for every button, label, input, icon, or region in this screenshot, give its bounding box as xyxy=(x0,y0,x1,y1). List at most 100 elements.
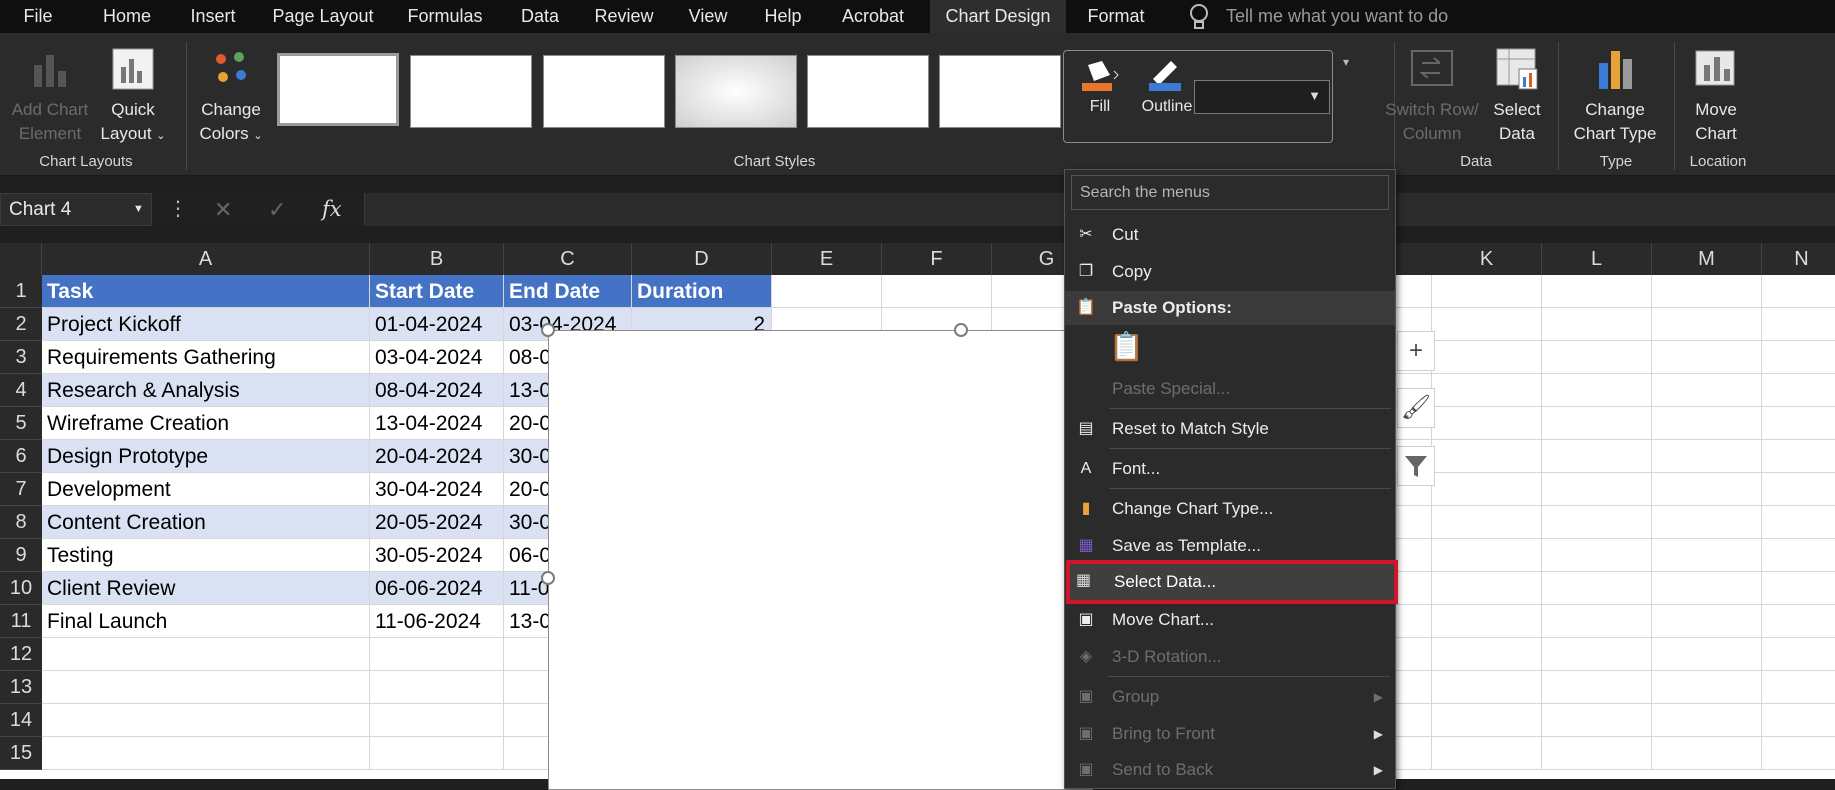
cell[interactable] xyxy=(1542,704,1652,737)
change-colors-button[interactable]: Change Colors ⌄ xyxy=(192,47,270,148)
cell[interactable] xyxy=(1432,737,1542,770)
cell[interactable] xyxy=(1432,671,1542,704)
table-cell[interactable]: Development xyxy=(42,473,370,506)
cell[interactable] xyxy=(1762,440,1835,473)
table-cell[interactable]: Testing xyxy=(42,539,370,572)
switch-row-column-button[interactable]: Switch Row/ Column xyxy=(1380,47,1484,146)
cell[interactable] xyxy=(1542,374,1652,407)
shape-style-dropdown[interactable]: ▼ xyxy=(1194,80,1330,114)
cell[interactable] xyxy=(1762,737,1835,770)
cell[interactable] xyxy=(1432,407,1542,440)
cell[interactable] xyxy=(1652,704,1762,737)
cell[interactable] xyxy=(1432,638,1542,671)
cell[interactable] xyxy=(1762,638,1835,671)
cell[interactable] xyxy=(1652,407,1762,440)
cell[interactable] xyxy=(1652,539,1762,572)
cell[interactable] xyxy=(1652,572,1762,605)
cell[interactable] xyxy=(1762,275,1835,308)
resize-handle[interactable] xyxy=(954,323,968,337)
cell[interactable] xyxy=(1652,374,1762,407)
menu-item-move-chart[interactable]: ▣ Move Chart... xyxy=(1065,603,1395,637)
cell[interactable] xyxy=(1652,671,1762,704)
table-header-cell[interactable]: End Date xyxy=(504,275,632,308)
enter-check-icon[interactable]: ✓ xyxy=(268,193,286,226)
column-header[interactable]: N xyxy=(1762,243,1835,275)
table-cell[interactable]: Client Review xyxy=(42,572,370,605)
cell[interactable] xyxy=(1762,605,1835,638)
table-cell[interactable]: Requirements Gathering xyxy=(42,341,370,374)
cell[interactable] xyxy=(370,638,504,671)
row-header[interactable]: 7 xyxy=(0,473,42,506)
table-header-cell[interactable]: Duration xyxy=(632,275,772,308)
cell[interactable] xyxy=(1762,704,1835,737)
cell[interactable] xyxy=(1542,407,1652,440)
chart-elements-button[interactable]: + xyxy=(1397,331,1435,371)
cell[interactable] xyxy=(1542,737,1652,770)
name-box[interactable]: Chart 4 ▼ xyxy=(0,193,152,226)
cell[interactable] xyxy=(42,671,370,704)
cell[interactable] xyxy=(370,671,504,704)
tab-home[interactable]: Home xyxy=(92,0,162,33)
select-all-corner[interactable] xyxy=(0,243,42,275)
row-header[interactable]: 12 xyxy=(0,638,42,671)
cell[interactable] xyxy=(1652,638,1762,671)
row-header[interactable]: 10 xyxy=(0,572,42,605)
tab-data[interactable]: Data xyxy=(512,0,568,33)
table-cell[interactable]: 13-04-2024 xyxy=(370,407,504,440)
table-cell[interactable]: Research & Analysis xyxy=(42,374,370,407)
paste-icon[interactable]: 📋 xyxy=(1109,330,1145,368)
menu-item-copy[interactable]: ❐ Copy xyxy=(1065,255,1395,289)
quick-layout-button[interactable]: Quick Layout ⌄ xyxy=(100,47,166,148)
table-cell[interactable]: 20-04-2024 xyxy=(370,440,504,473)
chart-style-6[interactable] xyxy=(939,55,1061,128)
cell[interactable] xyxy=(1652,605,1762,638)
cell[interactable] xyxy=(1652,473,1762,506)
menu-item-save-template[interactable]: ▦ Save as Template... xyxy=(1065,529,1395,563)
tab-chart-design[interactable]: Chart Design xyxy=(930,0,1066,33)
column-header[interactable]: C xyxy=(504,243,632,275)
table-header-cell[interactable]: Start Date xyxy=(370,275,504,308)
row-header[interactable]: 13 xyxy=(0,671,42,704)
chart-style-5[interactable] xyxy=(807,55,929,128)
column-header[interactable]: M xyxy=(1652,243,1762,275)
cell[interactable] xyxy=(1762,308,1835,341)
chart-styles-button[interactable]: 🖌 xyxy=(1397,388,1435,428)
row-header[interactable]: 14 xyxy=(0,704,42,737)
row-header[interactable]: 4 xyxy=(0,374,42,407)
row-header[interactable]: 11 xyxy=(0,605,42,638)
row-header[interactable]: 1 xyxy=(0,275,42,308)
chart-style-3[interactable] xyxy=(543,55,665,128)
table-cell[interactable]: 30-04-2024 xyxy=(370,473,504,506)
cell[interactable] xyxy=(42,704,370,737)
cell[interactable] xyxy=(1542,638,1652,671)
menu-item-cut[interactable]: ✂ Cut xyxy=(1065,218,1395,252)
table-cell[interactable]: 06-06-2024 xyxy=(370,572,504,605)
cell[interactable] xyxy=(42,638,370,671)
cell[interactable] xyxy=(882,275,992,308)
cell[interactable] xyxy=(1652,440,1762,473)
cell[interactable] xyxy=(1432,473,1542,506)
cancel-icon[interactable]: ✕ xyxy=(214,193,232,226)
menu-item-font[interactable]: A Font... xyxy=(1065,452,1395,486)
cell[interactable] xyxy=(1432,704,1542,737)
resize-handle[interactable] xyxy=(541,571,555,585)
cell[interactable] xyxy=(1762,473,1835,506)
cell[interactable] xyxy=(370,704,504,737)
cell[interactable] xyxy=(1762,341,1835,374)
cell[interactable] xyxy=(772,275,882,308)
change-chart-type-button[interactable]: Change Chart Type xyxy=(1562,47,1668,146)
cell[interactable] xyxy=(370,737,504,770)
cell[interactable] xyxy=(1542,671,1652,704)
cell[interactable] xyxy=(1542,572,1652,605)
row-header[interactable]: 3 xyxy=(0,341,42,374)
tab-format[interactable]: Format xyxy=(1080,0,1152,33)
cell[interactable] xyxy=(1432,341,1542,374)
tab-review[interactable]: Review xyxy=(590,0,658,33)
cell[interactable] xyxy=(1542,473,1652,506)
cell[interactable] xyxy=(1432,506,1542,539)
table-cell[interactable]: Project Kickoff xyxy=(42,308,370,341)
table-cell[interactable]: 08-04-2024 xyxy=(370,374,504,407)
move-chart-button[interactable]: Move Chart xyxy=(1680,47,1752,146)
cell[interactable] xyxy=(42,737,370,770)
gallery-more-button[interactable]: ▾ xyxy=(1338,55,1354,85)
